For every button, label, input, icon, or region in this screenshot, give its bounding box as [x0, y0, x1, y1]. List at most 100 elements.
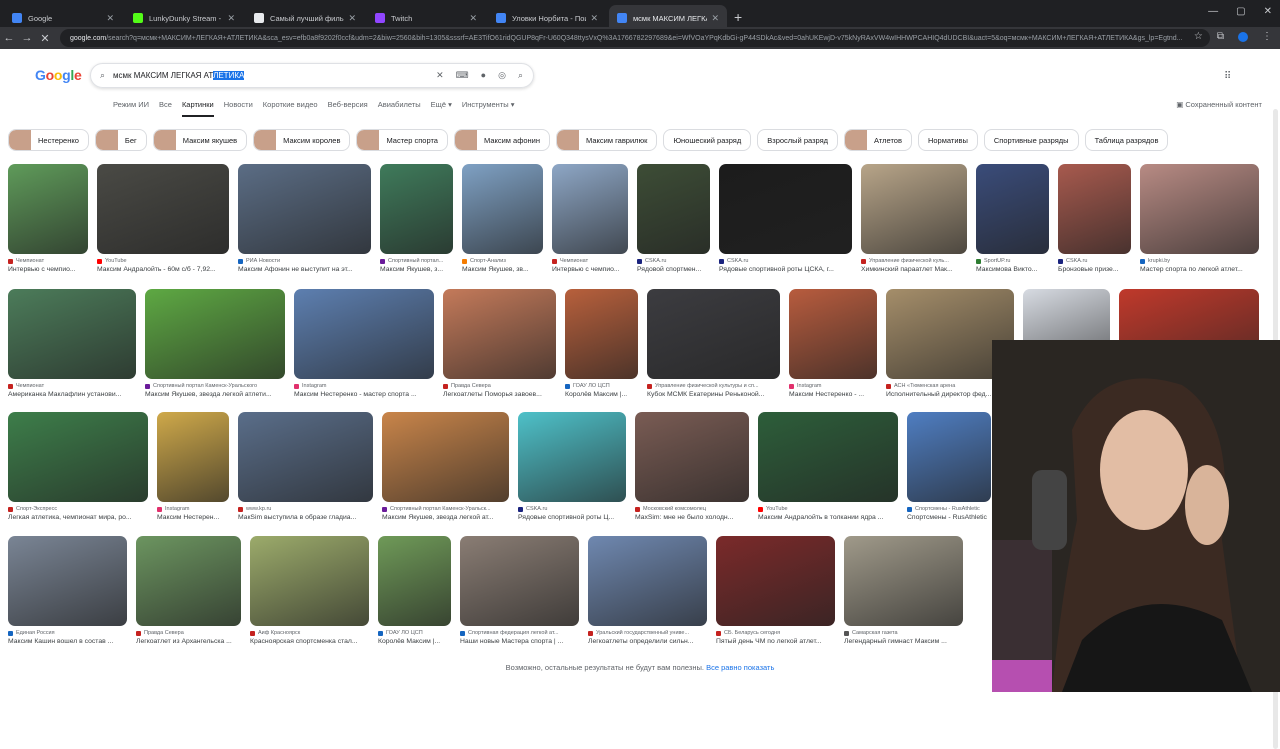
- lens-icon[interactable]: ◎: [498, 70, 506, 81]
- address-bar[interactable]: google.com/search?q=мсмк+МАКСИМ+ЛЕГКАЯ+А…: [60, 29, 1210, 47]
- result-thumbnail[interactable]: [588, 536, 707, 626]
- result-thumbnail[interactable]: [1140, 164, 1259, 254]
- result-thumbnail[interactable]: [380, 164, 453, 254]
- result-caption[interactable]: Максим Якушев, звезда легкой ат...: [382, 514, 509, 521]
- image-result[interactable]: www.kp.ru MaкSim выступила в образе глади…: [238, 412, 373, 521]
- result-caption[interactable]: Мастер спорта по легкой атлет...: [1140, 266, 1259, 273]
- search-tab[interactable]: Короткие видео: [263, 100, 318, 117]
- result-thumbnail[interactable]: [758, 412, 898, 502]
- image-result[interactable]: Московский комсомолец MaxSim: мне не было…: [635, 412, 749, 521]
- result-source[interactable]: CSKA.ru: [518, 506, 626, 512]
- result-source[interactable]: СБ. Беларусь сегодня: [716, 630, 835, 636]
- refinement-chip[interactable]: Атлетов: [844, 129, 912, 151]
- image-result[interactable]: Instagram Максим Нестеренко - мастер спор…: [294, 289, 434, 398]
- refinement-chip[interactable]: Взрослый разряд: [757, 129, 839, 151]
- stop-icon[interactable]: ✕: [36, 32, 54, 45]
- result-source[interactable]: Управление физической культуры и сп...: [647, 383, 780, 389]
- result-source[interactable]: CSKA.ru: [719, 258, 852, 264]
- image-result[interactable]: Правда Севера Легкоатлеты Поморья завоев.…: [443, 289, 556, 398]
- result-thumbnail[interactable]: [861, 164, 967, 254]
- image-result[interactable]: Instagram Максим Нестеренко - ...: [789, 289, 877, 398]
- result-caption[interactable]: Наши новые Мастера спорта | ...: [460, 638, 579, 645]
- result-caption[interactable]: Максим Нестеренко - мастер спорта ...: [294, 391, 434, 398]
- tab-close-icon[interactable]: ✕: [227, 13, 235, 24]
- refinement-chip[interactable]: Максим якушев: [152, 129, 248, 151]
- result-caption[interactable]: Рядовые спортивной роты ЦСКА, г...: [719, 266, 852, 273]
- result-thumbnail[interactable]: [716, 536, 835, 626]
- result-thumbnail[interactable]: [565, 289, 638, 379]
- result-caption[interactable]: Бронзовые призе...: [1058, 266, 1131, 273]
- result-thumbnail[interactable]: [552, 164, 628, 254]
- result-source[interactable]: Уральский государственный униве...: [588, 630, 707, 636]
- result-source[interactable]: Спортивная федерация легкой ат...: [460, 630, 579, 636]
- result-source[interactable]: Instagram: [157, 506, 229, 512]
- result-source[interactable]: Чемпионат: [8, 383, 136, 389]
- result-caption[interactable]: MaxSim: мне не было холодн...: [635, 514, 749, 521]
- result-thumbnail[interactable]: [8, 164, 88, 254]
- result-caption[interactable]: Королёв Максим |...: [565, 391, 638, 398]
- result-source[interactable]: РИА Новости: [238, 258, 371, 264]
- refinement-chip[interactable]: Мастер спорта: [356, 129, 448, 151]
- result-source[interactable]: Чемпионат: [552, 258, 628, 264]
- image-result[interactable]: CSKA.ru Бронзовые призе...: [1058, 164, 1131, 273]
- back-icon[interactable]: ←: [0, 32, 18, 44]
- result-caption[interactable]: Химкинский параатлет Мак...: [861, 266, 967, 273]
- mic-icon[interactable]: ●: [481, 70, 486, 81]
- image-result[interactable]: Чемпионат Интервью с чемпио...: [8, 164, 88, 273]
- image-result[interactable]: SportUP.ru Максимова Викто...: [976, 164, 1049, 273]
- image-result[interactable]: Самарская газета Легендарный гимнаст Макс…: [844, 536, 963, 645]
- tab-close-icon[interactable]: ✕: [348, 13, 356, 24]
- result-source[interactable]: Спортсмены - RusAthletic: [907, 506, 991, 512]
- image-result[interactable]: YouTube Максим Андралойть - 60м с/б - 7,9…: [97, 164, 229, 273]
- result-caption[interactable]: Интервью с чемпио...: [8, 266, 88, 273]
- result-source[interactable]: CSKA.ru: [1058, 258, 1131, 264]
- result-thumbnail[interactable]: [238, 164, 371, 254]
- result-source[interactable]: CSKA.ru: [637, 258, 710, 264]
- result-caption[interactable]: Максимова Викто...: [976, 266, 1049, 273]
- result-source[interactable]: Спорт-Экспресс: [8, 506, 148, 512]
- result-source[interactable]: ГОАУ ЛО ЦСП: [378, 630, 451, 636]
- result-source[interactable]: Единая Россия: [8, 630, 127, 636]
- result-caption[interactable]: Легкоатлет из Архангельска ...: [136, 638, 241, 645]
- close-window-icon[interactable]: ✕: [1264, 6, 1272, 17]
- search-input[interactable]: мсмк МАКСИМ ЛЕГКАЯ АТЛЕТИКА: [113, 71, 245, 80]
- result-caption[interactable]: Максим Якушев, зв...: [462, 266, 543, 273]
- refinement-chip[interactable]: Бег: [94, 129, 147, 151]
- result-caption[interactable]: Легкоатлеты определили сильн...: [588, 638, 707, 645]
- image-result[interactable]: Уральский государственный униве... Легкоа…: [588, 536, 707, 645]
- keyboard-icon[interactable]: ⌨: [456, 70, 469, 81]
- image-result[interactable]: Аиф Красноярск Красноярская спортсменка с…: [250, 536, 369, 645]
- search-tab[interactable]: Режим ИИ: [113, 100, 149, 117]
- result-source[interactable]: Спорт-Анализ: [462, 258, 543, 264]
- result-source[interactable]: YouTube: [758, 506, 898, 512]
- refinement-chip[interactable]: Максим афонин: [453, 129, 551, 151]
- image-result[interactable]: ГОАУ ЛО ЦСП Королёв Максим |...: [378, 536, 451, 645]
- result-thumbnail[interactable]: [382, 412, 509, 502]
- result-thumbnail[interactable]: [8, 536, 127, 626]
- result-caption[interactable]: Максим Нестерен...: [157, 514, 229, 521]
- image-result[interactable]: Единая Россия Максим Кашин вошел в состав…: [8, 536, 127, 645]
- result-caption[interactable]: Красноярская спортсменка стал...: [250, 638, 369, 645]
- result-thumbnail[interactable]: [145, 289, 285, 379]
- bookmark-star-icon[interactable]: ☆: [1194, 31, 1203, 42]
- image-result[interactable]: CSKA.ru Рядовой спортмен...: [637, 164, 710, 273]
- result-source[interactable]: Спортивный портал...: [380, 258, 453, 264]
- image-result[interactable]: Спорт-Экспресс Легкая атлетика, чемпионат…: [8, 412, 148, 521]
- image-result[interactable]: CSKA.ru Рядовые спортивной роты ЦСКА, г..…: [719, 164, 852, 273]
- image-result[interactable]: Спортивная федерация легкой ат... Наши но…: [460, 536, 579, 645]
- image-result[interactable]: Спортсмены - RusAthletic Спортсмены - Rus…: [907, 412, 991, 521]
- google-logo[interactable]: Google: [35, 67, 82, 83]
- tab-close-icon[interactable]: ✕: [469, 13, 477, 24]
- image-result[interactable]: Спорт-Анализ Максим Якушев, зв...: [462, 164, 543, 273]
- image-result[interactable]: Управление физической куль... Химкинский …: [861, 164, 967, 273]
- result-thumbnail[interactable]: [460, 536, 579, 626]
- result-thumbnail[interactable]: [238, 412, 373, 502]
- result-thumbnail[interactable]: [443, 289, 556, 379]
- result-thumbnail[interactable]: [844, 536, 963, 626]
- image-result[interactable]: Управление физической культуры и сп... Ку…: [647, 289, 780, 398]
- image-result[interactable]: CSKA.ru Рядовые спортивной роты Ц...: [518, 412, 626, 521]
- result-thumbnail[interactable]: [789, 289, 877, 379]
- result-caption[interactable]: Максим Андралойть в толкании ядра ...: [758, 514, 898, 521]
- result-caption[interactable]: Спортсмены - RusAthletic: [907, 514, 991, 521]
- result-source[interactable]: Самарская газета: [844, 630, 963, 636]
